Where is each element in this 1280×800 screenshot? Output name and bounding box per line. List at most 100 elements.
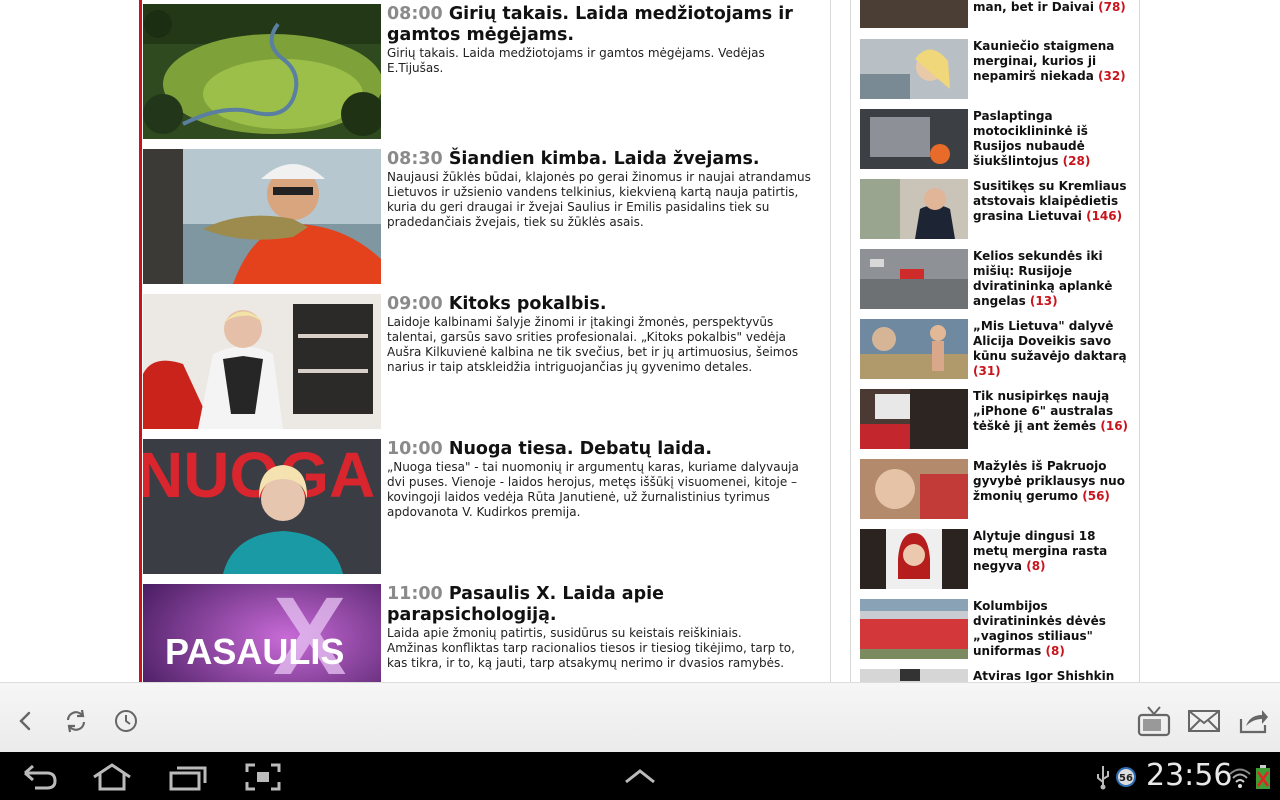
back-arrow-icon — [24, 764, 57, 790]
envelope-icon — [1188, 710, 1220, 732]
news-thumbnail[interactable] — [860, 179, 968, 239]
comment-count: (16) — [1100, 419, 1129, 433]
program-thumbnail-host[interactable] — [143, 294, 381, 429]
notification-count: 56 — [1119, 773, 1133, 784]
thumbnail-text: PASAULIS — [165, 631, 344, 672]
comment-count: (146) — [1086, 209, 1123, 223]
program-time: 10:00 — [387, 439, 443, 459]
program-time: 11:00 — [387, 584, 443, 604]
news-item[interactable]: Kelios sekundės iki mišių: Rusijoje dvir… — [860, 249, 1132, 311]
program-thumbnail-forest[interactable] — [143, 4, 381, 139]
system-recent-apps-button[interactable] — [168, 760, 208, 794]
comment-count: (8) — [1026, 559, 1046, 573]
system-menu-up-button[interactable] — [620, 760, 660, 794]
news-thumbnail[interactable] — [860, 599, 968, 659]
chevron-left-icon — [19, 711, 31, 731]
news-thumbnail[interactable] — [860, 0, 968, 28]
history-button[interactable] — [108, 703, 144, 739]
program-item[interactable]: 08:30 Šiandien kimba. Laida žvejams. Nau… — [143, 149, 830, 285]
news-title[interactable]: man, bet ir Daivai — [973, 0, 1094, 14]
program-title: Girių takais. Laida medžiotojams ir gamt… — [387, 4, 793, 45]
news-item[interactable]: Kolumbijos dviratininkės dėvės „vaginos … — [860, 599, 1132, 661]
news-title[interactable]: Atviras Igor Shishkin — [973, 669, 1114, 682]
program-time: 09:00 — [387, 294, 443, 314]
web-viewport[interactable]: 08:00 Girių takais. Laida medžiotojams i… — [0, 0, 1280, 682]
wifi-status[interactable] — [1228, 760, 1252, 794]
news-title[interactable]: Kolumbijos dviratininkės dėvės „vaginos … — [973, 599, 1106, 658]
back-button[interactable] — [8, 703, 44, 739]
tv-program-list: 08:00 Girių takais. Laida medžiotojams i… — [139, 0, 831, 682]
notification-badge-icon: 56 — [1116, 767, 1136, 787]
tv-icon — [1137, 706, 1171, 737]
refresh-button[interactable] — [58, 703, 94, 739]
clock-icon — [115, 710, 137, 732]
usb-icon — [1097, 766, 1109, 790]
android-system-bar: 56 23:56 — [0, 752, 1280, 800]
usb-status[interactable] — [1092, 760, 1114, 794]
news-item[interactable]: Mažylės iš Pakruojo gyvybė priklausys nu… — [860, 459, 1132, 521]
refresh-icon — [66, 709, 86, 733]
news-thumbnail[interactable] — [860, 249, 968, 309]
news-thumbnail[interactable] — [860, 39, 968, 99]
screenshot-icon — [245, 763, 281, 791]
news-title[interactable]: „Mis Lietuva" dalyvė Alicija Doveikis sa… — [973, 319, 1127, 363]
news-thumbnail[interactable] — [860, 529, 968, 589]
program-item[interactable]: X PASAULIS 11:00 Pasaulis X. Laida apie … — [143, 584, 830, 682]
program-description: Girių takais. Laida medžiotojams ir gamt… — [387, 46, 765, 75]
thumbnail-text: NUOGA — [143, 439, 375, 511]
news-title[interactable]: Kauniečio staigmena merginai, kurios ji … — [973, 39, 1114, 83]
news-item[interactable]: „Mis Lietuva" dalyvė Alicija Doveikis sa… — [860, 319, 1132, 381]
status-clock[interactable]: 23:56 — [1146, 758, 1232, 794]
comment-count: (8) — [1045, 644, 1065, 658]
news-item[interactable]: Kauniečio staigmena merginai, kurios ji … — [860, 39, 1132, 101]
comment-count: (13) — [1029, 294, 1058, 308]
browser-toolbar — [0, 682, 1280, 752]
program-description: Naujausi žūklės būdai, klajonės po gerai… — [387, 170, 811, 229]
news-thumbnail[interactable] — [860, 319, 968, 379]
program-thumbnail-pasaulis-x[interactable]: X PASAULIS — [143, 584, 381, 682]
program-thumbnail-fisherman[interactable] — [143, 149, 381, 284]
news-item[interactable]: Atviras Igor Shishkin — [860, 669, 1132, 682]
comment-count: (31) — [973, 364, 1001, 378]
battery-charging-icon — [1256, 765, 1270, 789]
recent-apps-icon — [169, 766, 207, 791]
program-title: Kitoks pokalbis. — [448, 294, 607, 314]
news-title[interactable]: Tik nusipirkęs naują „iPhone 6" australa… — [973, 389, 1113, 433]
news-thumbnail[interactable] — [860, 109, 968, 169]
news-thumbnail[interactable] — [860, 389, 968, 449]
system-screenshot-button[interactable] — [244, 760, 282, 794]
battery-status[interactable] — [1253, 760, 1273, 794]
news-thumbnail[interactable] — [860, 459, 968, 519]
comment-count: (78) — [1098, 0, 1126, 14]
news-item[interactable]: Alytuje dingusi 18 metų mergina rasta ne… — [860, 529, 1132, 591]
comment-count: (32) — [1097, 69, 1126, 83]
program-item[interactable]: 09:00 Kitoks pokalbis. Laidoje kalbinami… — [143, 294, 830, 430]
program-time: 08:30 — [387, 149, 443, 169]
program-item[interactable]: 08:00 Girių takais. Laida medžiotojams i… — [143, 4, 830, 140]
news-item[interactable]: Paslaptinga motociklininkė iš Rusijos nu… — [860, 109, 1132, 171]
home-icon — [93, 763, 131, 791]
comment-count: (56) — [1082, 489, 1110, 503]
system-back-button[interactable] — [18, 760, 60, 794]
notification-badge[interactable]: 56 — [1114, 760, 1138, 794]
program-time: 08:00 — [387, 4, 443, 24]
program-description: Laida apie žmonių patirtis, susidūrus su… — [387, 626, 795, 670]
program-title: Nuoga tiesa. Debatų laida. — [448, 439, 713, 459]
program-item[interactable]: NUOGA 10:00 Nuoga tiesa. Debatų laida. „… — [143, 439, 830, 575]
program-thumbnail-debate[interactable]: NUOGA — [143, 439, 381, 574]
news-item[interactable]: man, bet ir Daivai (78) — [860, 0, 1132, 30]
share-icon — [1239, 710, 1268, 734]
system-home-button[interactable] — [90, 760, 134, 794]
wifi-icon — [1229, 768, 1251, 788]
news-item[interactable]: Susitikęs su Kremliaus atstovais klaipėd… — [860, 179, 1132, 241]
news-sidebar: man, bet ir Daivai (78) Kauniečio staigm… — [850, 0, 1140, 682]
news-item[interactable]: Tik nusipirkęs naują „iPhone 6" australa… — [860, 389, 1132, 451]
program-description: „Nuoga tiesa" - tai nuomonių ir argument… — [387, 460, 799, 519]
share-button[interactable] — [1236, 703, 1272, 739]
program-title: Šiandien kimba. Laida žvejams. — [448, 149, 760, 169]
tv-button[interactable] — [1136, 703, 1172, 739]
news-thumbnail[interactable] — [860, 669, 968, 682]
email-button[interactable] — [1186, 703, 1222, 739]
program-description: Laidoje kalbinami šalyje žinomi ir įtaki… — [387, 315, 799, 374]
chevron-up-icon — [625, 769, 655, 784]
